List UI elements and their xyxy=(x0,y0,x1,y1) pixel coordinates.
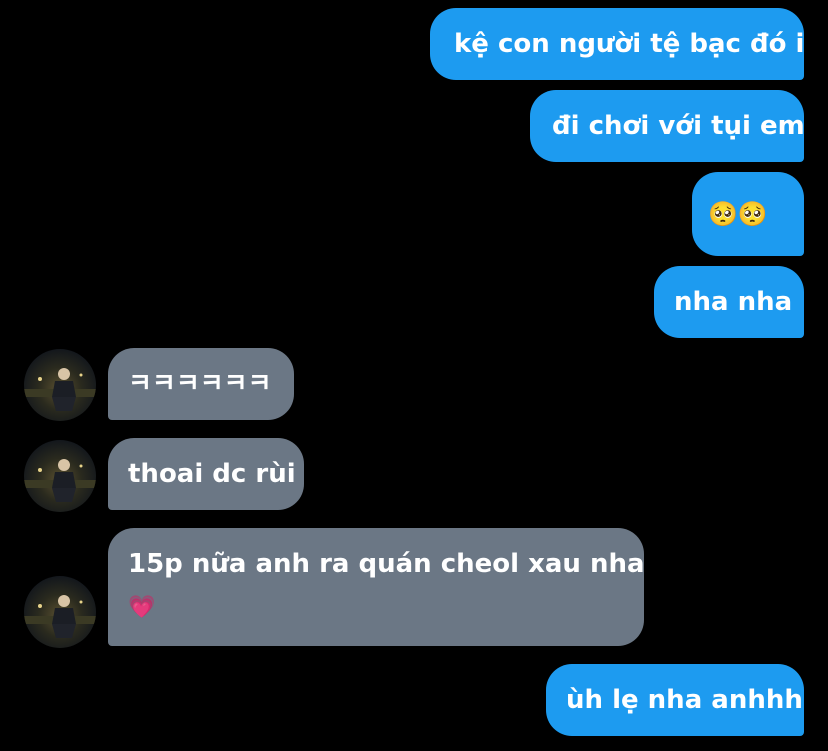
pleading-face-emoji: 🥺🥺 xyxy=(708,200,768,228)
message-text: ùh lẹ nha anhhh xyxy=(566,685,803,715)
avatar-photo-icon xyxy=(24,595,96,638)
message-text: 15p nữa anh ra quán cheol xau nha xyxy=(128,549,645,579)
message-bubble-outgoing[interactable]: nha nha xyxy=(654,266,804,338)
message-bubble-incoming[interactable]: 15p nữa anh ra quán cheol xau nha 💗 xyxy=(108,528,645,646)
message-text: đi chơi với tụi em xyxy=(552,111,805,141)
message-text: thoai dc rùi xyxy=(128,459,296,489)
message-bubble-incoming[interactable]: ㅋㅋㅋㅋㅋㅋ xyxy=(108,348,294,420)
avatar-photo-icon xyxy=(24,459,96,502)
avatar[interactable] xyxy=(24,440,96,512)
message-bubble-outgoing[interactable]: ùh lẹ nha anhhh xyxy=(546,664,804,736)
avatar[interactable] xyxy=(24,349,96,421)
message-bubble-outgoing[interactable]: đi chơi với tụi em xyxy=(530,90,805,162)
avatar-photo-icon xyxy=(24,368,96,411)
message-text: ㅋㅋㅋㅋㅋㅋ xyxy=(128,369,272,399)
avatar[interactable] xyxy=(24,576,96,648)
message-text: kệ con người tệ bạc đó i xyxy=(454,29,805,59)
message-text: nha nha xyxy=(674,287,793,317)
message-bubble-incoming[interactable]: thoai dc rùi xyxy=(108,438,304,510)
message-bubble-outgoing[interactable]: 🥺🥺 xyxy=(692,172,804,256)
message-bubble-outgoing[interactable]: kệ con người tệ bạc đó i xyxy=(430,8,804,80)
pink-heart-emoji: 💗 xyxy=(128,595,156,620)
